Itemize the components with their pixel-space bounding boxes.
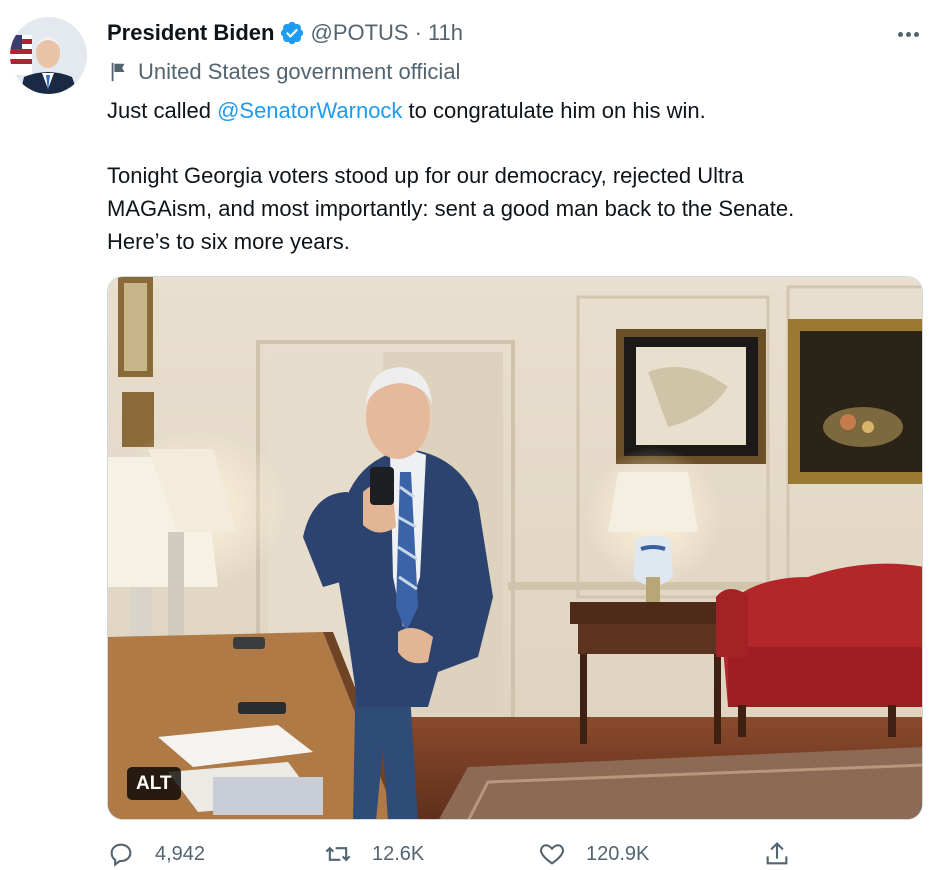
retweet-count: 12.6K (372, 842, 425, 865)
reply-button[interactable]: 4,942 (107, 840, 205, 868)
share-icon (766, 842, 788, 865)
mention-link[interactable]: @SenatorWarnock (217, 98, 402, 123)
government-label[interactable]: United States government official (108, 58, 460, 86)
tweet-text-segment: to congratulate him on his win. (402, 98, 706, 123)
tweet-timestamp[interactable]: 11h (428, 20, 463, 46)
alt-text-badge[interactable]: ALT (127, 767, 181, 800)
reply-count: 4,942 (155, 842, 206, 865)
author-display-name[interactable]: President Biden (107, 20, 274, 46)
retweet-button[interactable]: 12.6K (324, 840, 424, 868)
more-options-button[interactable] (892, 22, 924, 46)
tweet-photo[interactable] (107, 276, 923, 820)
tweet-text-line: Tonight Georgia voters stood up for our … (107, 163, 744, 188)
more-dot-icon (897, 31, 903, 37)
share-button[interactable] (763, 840, 811, 868)
tweet-text: Just called @SenatorWarnock to congratul… (107, 94, 907, 258)
tweet-text-segment: Just called (107, 98, 218, 123)
government-label-text: United States government official (138, 59, 461, 84)
verified-badge-icon (279, 20, 305, 46)
retweet-icon (325, 846, 351, 862)
flag-icon (111, 62, 125, 82)
avatar-photo (10, 17, 87, 94)
tweet-header: President Biden @POTUS · 11h (107, 18, 463, 48)
header-separator: · (414, 20, 422, 45)
photo-image (108, 277, 922, 819)
heart-icon (540, 844, 564, 865)
more-dot-icon (905, 31, 911, 37)
avatar[interactable] (10, 17, 87, 94)
like-button[interactable]: 120.9K (538, 840, 649, 868)
tweet-text-line: Here’s to six more years. (107, 229, 350, 254)
author-handle[interactable]: @POTUS (310, 20, 408, 46)
more-dot-icon (913, 31, 919, 37)
reply-icon (110, 843, 132, 867)
tweet-text-line: MAGAism, and most importantly: sent a go… (107, 196, 795, 221)
like-count: 120.9K (586, 842, 650, 865)
tweet-text-line: Just called @SenatorWarnock to congratul… (107, 94, 907, 127)
